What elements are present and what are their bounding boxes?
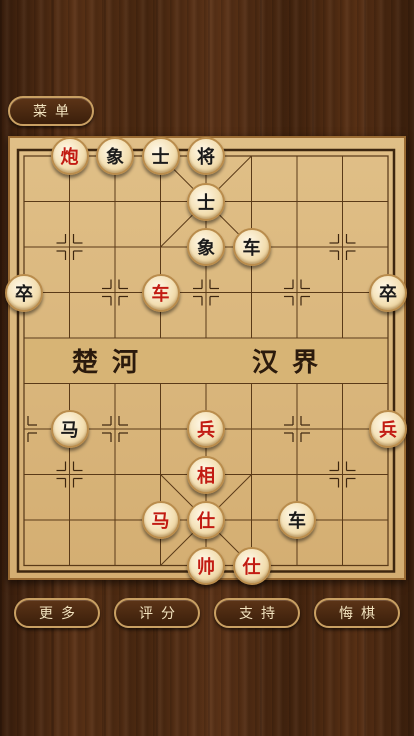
river-label-chu-he: 楚河: [72, 347, 153, 378]
piece-label: 将: [197, 147, 215, 168]
piece-black-3[interactable]: 将: [187, 137, 225, 175]
piece-black-5[interactable]: 象: [187, 228, 225, 266]
piece-label: 卒: [15, 283, 33, 305]
piece-black-6[interactable]: 车: [232, 228, 271, 266]
piece-red-11[interactable]: 兵: [187, 410, 225, 448]
rate-button[interactable]: 评分: [114, 598, 200, 628]
piece-label: 卒: [379, 283, 397, 305]
piece-red-8[interactable]: 车: [141, 273, 180, 312]
piece-black-1[interactable]: 象: [96, 137, 134, 175]
piece-label: 马: [60, 420, 79, 441]
piece-label: 象: [106, 147, 124, 168]
piece-label: 士: [151, 147, 170, 168]
piece-label: 车: [242, 238, 261, 259]
piece-label: 炮: [60, 147, 79, 168]
piece-label: 仕: [197, 511, 215, 532]
piece-black-10[interactable]: 马: [50, 410, 89, 448]
piece-label: 仕: [242, 556, 261, 578]
piece-red-17[interactable]: 帅: [187, 546, 225, 585]
piece-black-2[interactable]: 士: [141, 137, 180, 175]
piece-black-16[interactable]: 车: [278, 501, 316, 539]
piece-label: 相: [197, 465, 215, 487]
support-button[interactable]: 支持: [214, 598, 300, 628]
piece-label: 士: [197, 192, 215, 214]
piece-label: 帅: [197, 556, 215, 578]
piece-label: 车: [288, 511, 306, 532]
piece-black-4[interactable]: 士: [187, 182, 225, 221]
river-label-han-jie: 汉界: [252, 347, 333, 378]
more-button[interactable]: 更多: [14, 598, 100, 628]
piece-black-9[interactable]: 卒: [369, 273, 407, 312]
piece-black-7[interactable]: 卒: [5, 273, 43, 312]
piece-red-12[interactable]: 兵: [369, 410, 407, 448]
piece-red-18[interactable]: 仕: [232, 546, 271, 585]
piece-red-15[interactable]: 仕: [187, 501, 225, 539]
undo-button[interactable]: 悔棋: [314, 598, 400, 628]
piece-red-14[interactable]: 马: [141, 501, 180, 539]
piece-label: 车: [151, 283, 170, 305]
piece-label: 马: [151, 511, 170, 532]
piece-red-13[interactable]: 相: [187, 455, 225, 494]
support-button-label: 支持: [239, 606, 283, 622]
piece-label: 象: [197, 238, 215, 259]
undo-button-label: 悔棋: [339, 606, 383, 622]
rate-button-label: 评分: [139, 606, 183, 622]
piece-label: 兵: [379, 420, 397, 441]
piece-red-0[interactable]: 炮: [50, 137, 89, 175]
more-button-label: 更多: [39, 606, 83, 622]
piece-label: 兵: [197, 420, 215, 441]
